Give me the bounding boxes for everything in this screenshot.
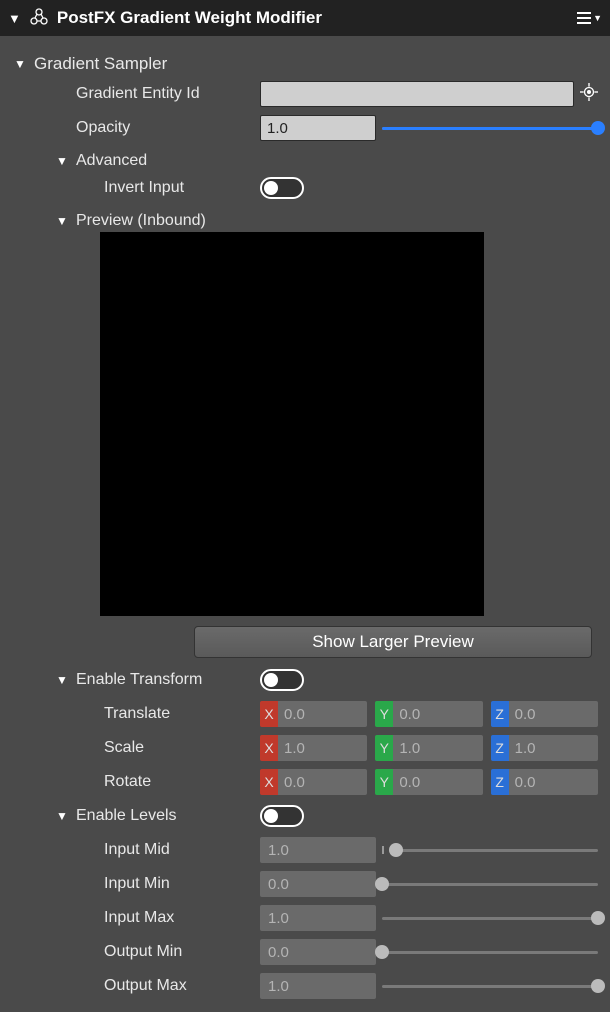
input-min-input[interactable]: 0.0 <box>260 871 376 897</box>
component-icon <box>29 8 49 28</box>
panel-header: ▼ PostFX Gradient Weight Modifier ▼ <box>0 0 610 36</box>
collapse-caret[interactable]: ▼ <box>8 11 21 26</box>
enable-levels-toggle[interactable] <box>260 805 304 827</box>
gradient-id-label: Gradient Entity Id <box>12 85 260 103</box>
rotate-x-input[interactable]: X0.0 <box>260 769 367 795</box>
advanced-caret[interactable]: ▼ <box>56 154 68 168</box>
opacity-slider[interactable] <box>382 115 598 141</box>
panel-menu-button[interactable]: ▼ <box>577 12 602 24</box>
axis-y-icon: Y <box>375 701 393 727</box>
enable-levels-label: Enable Levels <box>76 807 177 825</box>
preview-caret[interactable]: ▼ <box>56 214 68 228</box>
hamburger-icon <box>577 12 591 24</box>
axis-z-icon: Z <box>491 735 509 761</box>
rotate-z-input[interactable]: Z0.0 <box>491 769 598 795</box>
axis-y-icon: Y <box>375 735 393 761</box>
scale-z-input[interactable]: Z1.0 <box>491 735 598 761</box>
entity-picker-icon[interactable] <box>580 83 598 106</box>
rotate-y-input[interactable]: Y0.0 <box>375 769 482 795</box>
scale-y-input[interactable]: Y1.0 <box>375 735 482 761</box>
input-mid-slider[interactable] <box>382 837 598 863</box>
preview-image <box>100 232 484 616</box>
section-caret[interactable]: ▼ <box>14 57 26 71</box>
output-min-input[interactable]: 0.0 <box>260 939 376 965</box>
input-mid-label: Input Mid <box>12 841 260 859</box>
panel-title: PostFX Gradient Weight Modifier <box>57 8 569 28</box>
axis-z-icon: Z <box>491 769 509 795</box>
input-max-input[interactable]: 1.0 <box>260 905 376 931</box>
invert-label: Invert Input <box>12 179 260 197</box>
translate-y-input[interactable]: Y0.0 <box>375 701 482 727</box>
gradient-id-input[interactable] <box>260 81 574 107</box>
axis-y-icon: Y <box>375 769 393 795</box>
rotate-label: Rotate <box>12 773 260 791</box>
preview-label: Preview (Inbound) <box>76 212 206 230</box>
output-max-slider[interactable] <box>382 973 598 999</box>
translate-label: Translate <box>12 705 260 723</box>
axis-x-icon: X <box>260 701 278 727</box>
axis-z-icon: Z <box>491 701 509 727</box>
input-max-slider[interactable] <box>382 905 598 931</box>
translate-x-input[interactable]: X0.0 <box>260 701 367 727</box>
axis-x-icon: X <box>260 735 278 761</box>
show-larger-preview-button[interactable]: Show Larger Preview <box>194 626 592 658</box>
enable-transform-toggle[interactable] <box>260 669 304 691</box>
opacity-label: Opacity <box>12 119 260 137</box>
invert-toggle[interactable] <box>260 177 304 199</box>
output-max-input[interactable]: 1.0 <box>260 973 376 999</box>
output-min-label: Output Min <box>12 943 260 961</box>
scale-x-input[interactable]: X1.0 <box>260 735 367 761</box>
translate-z-input[interactable]: Z0.0 <box>491 701 598 727</box>
scale-label: Scale <box>12 739 260 757</box>
output-max-label: Output Max <box>12 977 260 995</box>
output-min-slider[interactable] <box>382 939 598 965</box>
input-min-slider[interactable] <box>382 871 598 897</box>
transform-caret[interactable]: ▼ <box>56 673 68 687</box>
levels-caret[interactable]: ▼ <box>56 809 68 823</box>
axis-x-icon: X <box>260 769 278 795</box>
input-max-label: Input Max <box>12 909 260 927</box>
input-min-label: Input Min <box>12 875 260 893</box>
opacity-input[interactable] <box>260 115 376 141</box>
advanced-label: Advanced <box>76 152 147 170</box>
input-mid-input[interactable]: 1.0 <box>260 837 376 863</box>
section-title: Gradient Sampler <box>34 54 167 74</box>
enable-transform-label: Enable Transform <box>76 671 202 689</box>
